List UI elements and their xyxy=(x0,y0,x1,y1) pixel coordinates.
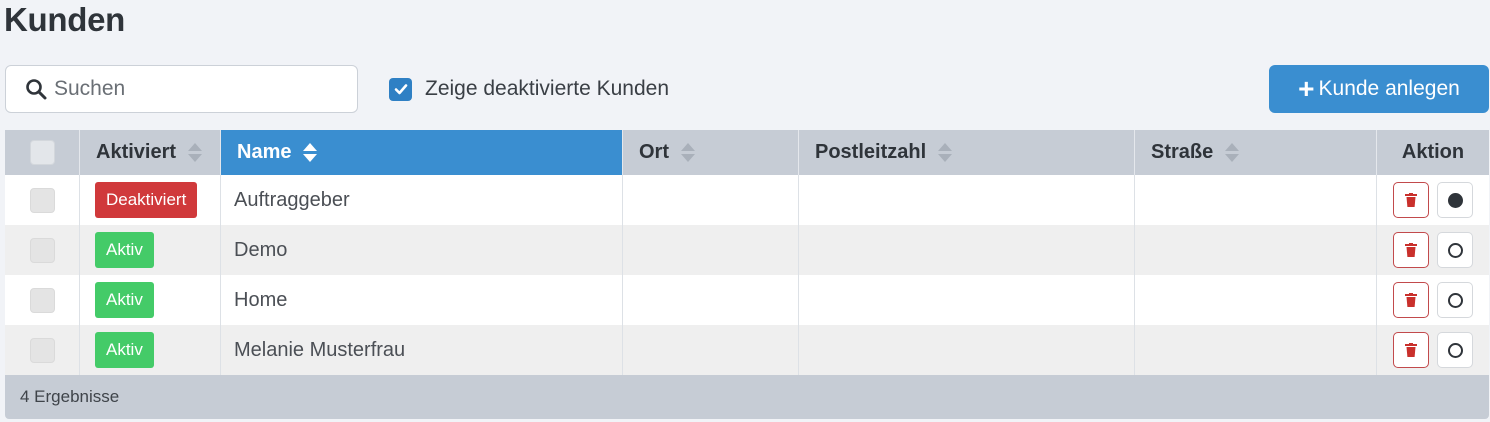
delete-button[interactable] xyxy=(1393,332,1429,368)
check-icon xyxy=(394,84,407,95)
add-customer-button[interactable]: + Kunde anlegen xyxy=(1269,65,1489,113)
show-inactive-toggle[interactable]: Zeige deaktivierte Kunden xyxy=(389,76,669,102)
sort-icon xyxy=(303,143,318,162)
sort-icon xyxy=(681,143,695,162)
select-all-cell xyxy=(5,130,80,175)
search-icon xyxy=(26,79,47,100)
column-header-aktiviert[interactable]: Aktiviert xyxy=(80,130,221,175)
customer-plz xyxy=(799,175,1135,225)
customer-table: Aktiviert Name Ort Postleitzahl Straße A… xyxy=(5,130,1489,419)
row-checkbox[interactable] xyxy=(29,187,55,213)
select-customer-button[interactable] xyxy=(1437,332,1473,368)
radio-filled-icon xyxy=(1447,192,1463,208)
column-header-ort[interactable]: Ort xyxy=(623,130,799,175)
show-inactive-checkbox[interactable] xyxy=(389,77,412,101)
column-header-aktion: Aktion xyxy=(1377,130,1489,175)
customer-strasse xyxy=(1135,275,1377,325)
customer-strasse xyxy=(1135,175,1377,225)
search-input[interactable] xyxy=(54,77,344,101)
column-label: Name xyxy=(237,141,292,163)
radio-empty-icon xyxy=(1447,342,1463,358)
delete-button[interactable] xyxy=(1393,232,1429,268)
sort-icon xyxy=(938,143,953,162)
column-label: Postleitzahl xyxy=(815,141,927,163)
table-header: Aktiviert Name Ort Postleitzahl Straße A… xyxy=(5,130,1489,175)
table-row[interactable]: Deaktiviert Auftraggeber xyxy=(5,175,1489,225)
customer-ort xyxy=(623,325,799,375)
radio-empty-icon xyxy=(1447,242,1463,258)
show-inactive-label: Zeige deaktivierte Kunden xyxy=(425,77,669,100)
select-customer-button[interactable] xyxy=(1437,182,1473,218)
column-label: Straße xyxy=(1151,141,1214,163)
table-body: Deaktiviert Auftraggeber Aktiv Demo Akti… xyxy=(5,175,1489,375)
customer-plz xyxy=(799,325,1135,375)
customer-ort xyxy=(623,275,799,325)
trash-icon xyxy=(1405,293,1417,307)
select-customer-button[interactable] xyxy=(1437,232,1473,268)
trash-icon xyxy=(1405,243,1417,257)
sort-icon xyxy=(1225,143,1240,162)
customer-ort xyxy=(623,225,799,275)
column-header-name[interactable]: Name xyxy=(221,130,623,175)
column-label: Ort xyxy=(639,141,669,163)
customer-name: Melanie Musterfrau xyxy=(234,338,406,361)
select-customer-button[interactable] xyxy=(1437,282,1473,318)
delete-button[interactable] xyxy=(1393,282,1429,318)
add-customer-label: Kunde anlegen xyxy=(1318,77,1460,100)
plus-icon: + xyxy=(1298,73,1315,104)
customer-name: Home xyxy=(234,288,288,311)
row-checkbox[interactable] xyxy=(29,237,55,263)
sort-icon xyxy=(188,143,203,162)
trash-icon xyxy=(1405,343,1417,357)
status-badge: Deaktiviert xyxy=(95,182,198,218)
customer-strasse xyxy=(1135,225,1377,275)
column-header-strasse[interactable]: Straße xyxy=(1135,130,1377,175)
delete-button[interactable] xyxy=(1393,182,1429,218)
select-all-checkbox[interactable] xyxy=(29,140,55,165)
status-badge: Aktiv xyxy=(95,232,154,268)
results-count: 4 Ergebnisse xyxy=(5,375,1489,419)
customer-strasse xyxy=(1135,325,1377,375)
column-label: Aktion xyxy=(1401,141,1465,163)
row-checkbox[interactable] xyxy=(29,287,55,313)
search-field[interactable] xyxy=(5,65,358,113)
table-row[interactable]: Aktiv Melanie Musterfrau xyxy=(5,325,1489,375)
row-checkbox[interactable] xyxy=(29,337,55,363)
column-label: Aktiviert xyxy=(96,141,177,163)
status-badge: Aktiv xyxy=(95,282,154,318)
customer-plz xyxy=(799,225,1135,275)
radio-empty-icon xyxy=(1447,292,1463,308)
page-title: Kunden xyxy=(4,1,126,38)
customer-plz xyxy=(799,275,1135,325)
customer-name: Demo xyxy=(234,238,288,261)
status-badge: Aktiv xyxy=(95,332,154,368)
customer-name: Auftraggeber xyxy=(234,188,350,211)
trash-icon xyxy=(1405,193,1417,207)
column-header-postleitzahl[interactable]: Postleitzahl xyxy=(799,130,1135,175)
table-row[interactable]: Aktiv Demo xyxy=(5,225,1489,275)
customer-ort xyxy=(623,175,799,225)
table-row[interactable]: Aktiv Home xyxy=(5,275,1489,325)
